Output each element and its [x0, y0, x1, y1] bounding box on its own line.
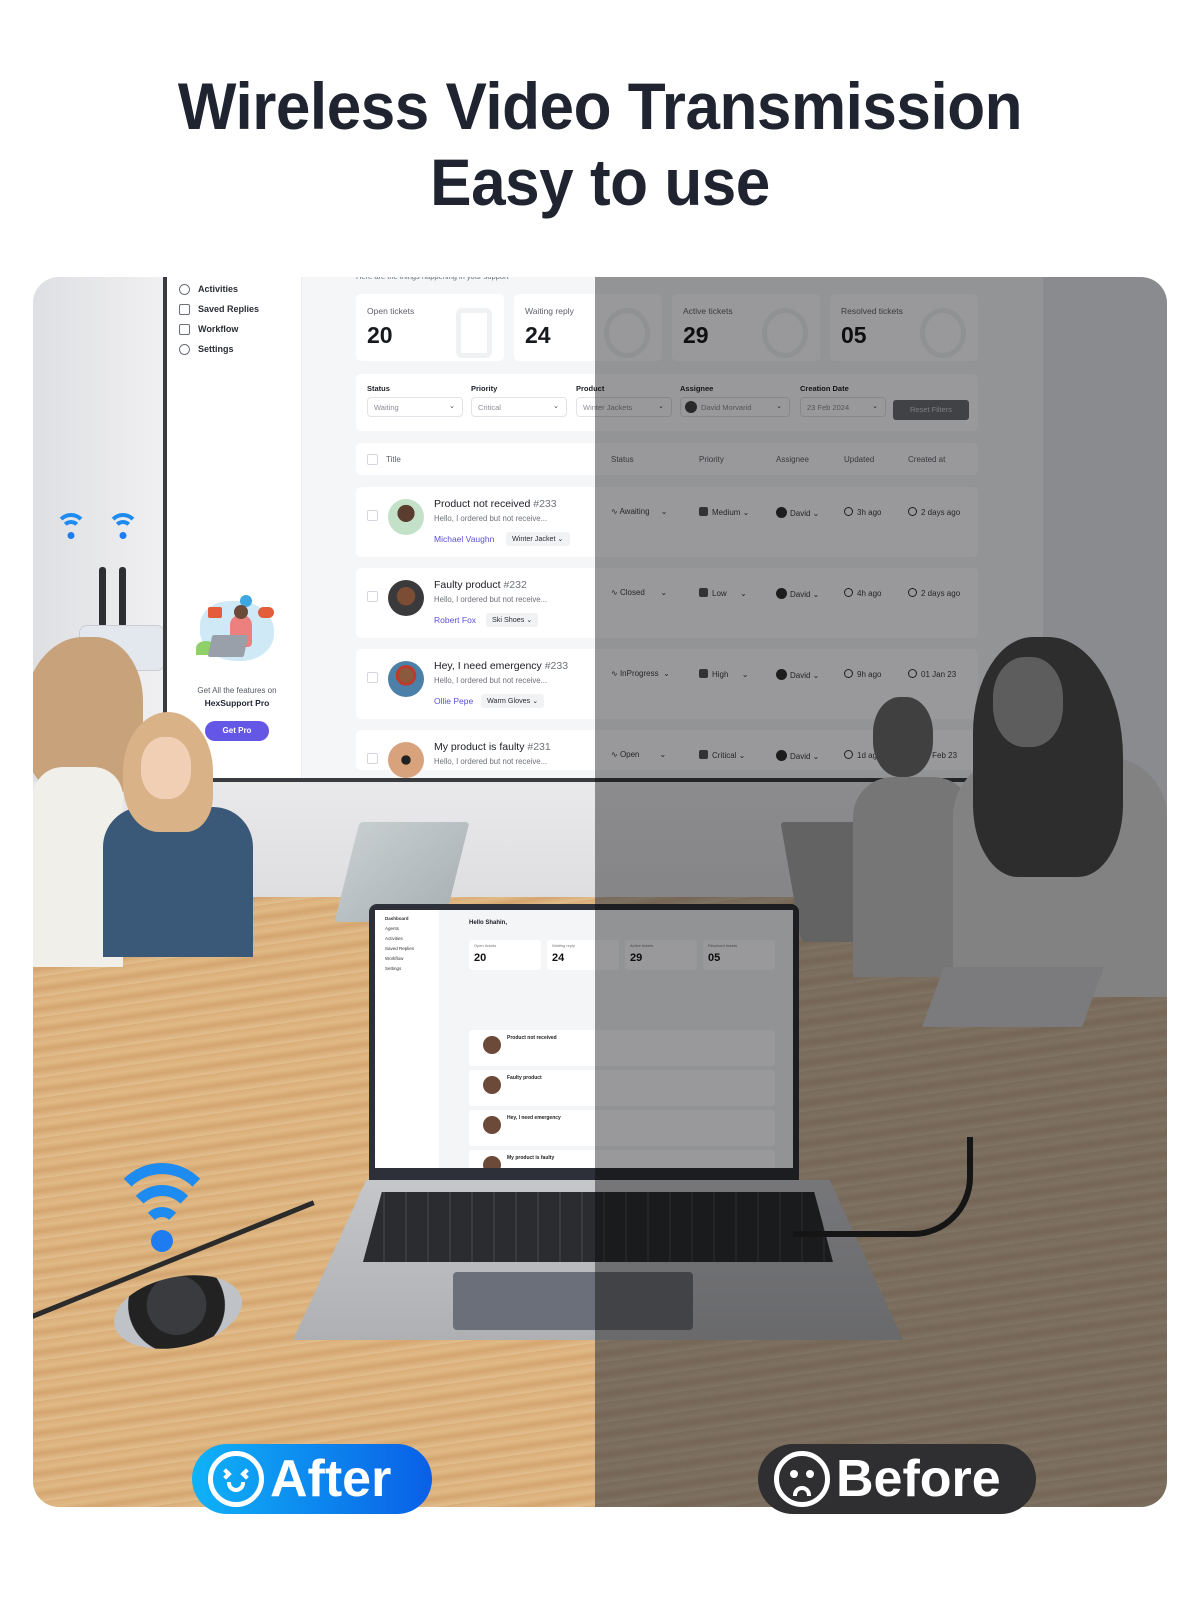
ticket-excerpt: Hello, I ordered but not receive... [434, 676, 548, 685]
sidebar-item-workflow[interactable]: Workflow [179, 319, 259, 339]
wifi-icon [105, 513, 141, 549]
customer-link[interactable]: Ollie Pepe [434, 696, 473, 706]
history-icon [179, 283, 190, 295]
product-photo-scene: Activities Saved Replies Workflow Settin… [33, 277, 1167, 1507]
customer-link[interactable]: Michael Vaughn [434, 534, 494, 544]
row-checkbox[interactable] [367, 591, 378, 602]
sidebar-item-activities[interactable]: Activities [179, 279, 259, 299]
after-badge: After [192, 1444, 432, 1514]
saved-replies-icon [179, 303, 190, 315]
people-left [33, 617, 313, 977]
sidebar-item-label: Saved Replies [198, 304, 260, 314]
sad-face-icon [774, 1451, 830, 1507]
headline-line-1: Wireless Video Transmission [177, 69, 1023, 143]
sidebar-item-label: Workflow [198, 324, 239, 334]
select-all-checkbox[interactable] [367, 454, 378, 465]
before-dim-overlay [595, 277, 1167, 1507]
product-tag[interactable]: Ski Shoes ⌄ [486, 613, 539, 627]
avatar [388, 742, 424, 778]
row-checkbox[interactable] [367, 510, 378, 521]
after-label: After [270, 1450, 392, 1508]
avatar [388, 661, 424, 697]
ticket-excerpt: Hello, I ordered but not receive... [434, 514, 548, 523]
sidebar-item-settings[interactable]: Settings [179, 339, 259, 359]
ticket-excerpt: Hello, I ordered but not receive... [434, 757, 548, 766]
filter-status: Status Waiting ⌄ [367, 384, 463, 417]
chevron-down-icon: ⌄ [553, 403, 559, 410]
greeting: Hello Shahin, [469, 920, 508, 926]
ticket-excerpt: Hello, I ordered but not receive... [434, 595, 548, 604]
stat-card-open: Open tickets 20 [356, 294, 504, 361]
sidebar-item-label: Settings [198, 344, 234, 354]
page-subtitle: Here are the things happening in your su… [356, 277, 509, 281]
ticket-title[interactable]: My product is faulty #231 [434, 741, 551, 753]
happy-face-icon [208, 1451, 264, 1507]
ticket-icon [456, 308, 492, 358]
row-checkbox[interactable] [367, 753, 378, 764]
ticket-title[interactable]: Hey, I need emergency #233 [434, 660, 568, 672]
sidebar-item-saved-replies[interactable]: Saved Replies [179, 299, 259, 319]
headline: Wireless Video Transmission Easy to use [0, 68, 1200, 220]
mini-sidebar: Dashboard Agents Activities Saved Replie… [375, 910, 439, 1168]
headline-line-2: Easy to use [430, 145, 770, 219]
column-header-title[interactable]: Title [386, 455, 401, 464]
sidebar-nav: Activities Saved Replies Workflow Settin… [167, 279, 259, 359]
status-select[interactable]: Waiting ⌄ [367, 397, 463, 417]
avatar [388, 580, 424, 616]
customer-link[interactable]: Robert Fox [434, 615, 476, 625]
ticket-title[interactable]: Faulty product #232 [434, 579, 527, 591]
sidebar-item-label: Activities [198, 284, 239, 294]
workflow-icon [179, 323, 190, 335]
ticket-title[interactable]: Product not received #233 [434, 498, 557, 510]
priority-select[interactable]: Critical ⌄ [471, 397, 567, 417]
before-badge: Before [758, 1444, 1036, 1514]
before-label: Before [836, 1450, 1001, 1508]
avatar [388, 499, 424, 535]
chevron-down-icon: ⌄ [449, 403, 455, 410]
row-checkbox[interactable] [367, 672, 378, 683]
product-tag[interactable]: Winter Jacket ⌄ [506, 532, 570, 546]
wifi-icon [53, 513, 89, 549]
wifi-icon [107, 1163, 217, 1253]
filter-priority: Priority Critical ⌄ [471, 384, 567, 417]
gear-icon [179, 343, 190, 355]
product-tag[interactable]: Warm Gloves ⌄ [481, 694, 545, 708]
